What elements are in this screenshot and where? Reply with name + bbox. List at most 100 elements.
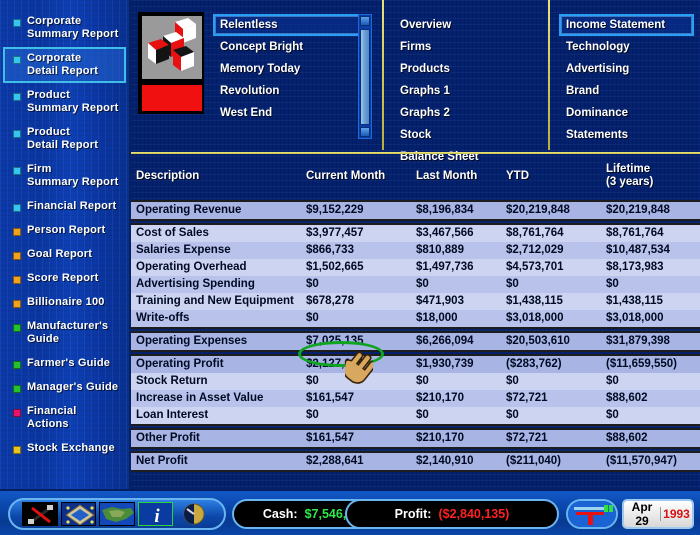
sidebar-item-product-detail-report[interactable]: Product Detail Report bbox=[3, 121, 126, 157]
table-row[interactable]: Write-offs $0 $18,000 $3,018,000 $3,018,000 bbox=[131, 310, 700, 327]
bullet-icon bbox=[13, 300, 21, 308]
sidebar-item-score-report[interactable]: Score Report bbox=[3, 267, 126, 290]
sidebar-item-farmer-s-guide[interactable]: Farmer's Guide bbox=[3, 352, 126, 375]
table-row[interactable]: Training and New Equipment $678,278 $471,9… bbox=[131, 293, 700, 310]
menu-item-advertising[interactable]: Advertising bbox=[559, 58, 694, 80]
game-speed-control[interactable] bbox=[566, 499, 618, 529]
sidebar-item-label: Financial Actions bbox=[27, 405, 77, 430]
grid-map-icon[interactable] bbox=[60, 502, 97, 526]
row-lifetime: $0 bbox=[606, 375, 619, 387]
table-row[interactable]: Net Profit $2,288,641 $2,140,910 ($211,040)… bbox=[131, 453, 700, 470]
row-current-month: $678,278 bbox=[306, 295, 354, 307]
row-description: Advertising Spending bbox=[136, 278, 255, 290]
sidebar-item-corporate-detail-report[interactable]: Corporate Detail Report bbox=[3, 47, 126, 83]
column-header-description: Description bbox=[136, 170, 200, 182]
status-bar: i Cash: $7,546,530 Profit: ($2,840,135) bbox=[0, 489, 700, 535]
sidebar-item-manufacturer-s-guide[interactable]: Manufacturer's Guide bbox=[3, 315, 126, 351]
menu-item-graphs-1[interactable]: Graphs 1 bbox=[393, 80, 528, 102]
menu-item-relentless[interactable]: Relentless bbox=[213, 14, 363, 36]
bullet-icon bbox=[13, 167, 21, 175]
row-last-month: $0 bbox=[416, 375, 429, 387]
isometric-cubes-svg bbox=[148, 18, 196, 71]
menu-item-revolution[interactable]: Revolution bbox=[213, 80, 363, 102]
menu-item-graphs-2[interactable]: Graphs 2 bbox=[393, 102, 528, 124]
sidebar-item-goal-report[interactable]: Goal Report bbox=[3, 243, 126, 266]
row-lifetime: $88,602 bbox=[606, 432, 648, 444]
sidebar-item-financial-actions[interactable]: Financial Actions bbox=[3, 400, 126, 436]
sidebar-item-person-report[interactable]: Person Report bbox=[3, 219, 126, 242]
table-group: Operating Revenue $9,152,229 $8,196,834 $20… bbox=[131, 200, 700, 221]
menu-item-stock[interactable]: Stock bbox=[393, 124, 528, 146]
menu-item-west-end[interactable]: West End bbox=[213, 102, 363, 124]
row-lifetime: $8,761,764 bbox=[606, 227, 664, 239]
table-row[interactable]: Operating Overhead $1,502,665 $1,497,736 $4… bbox=[131, 259, 700, 276]
column-header-current-month: Current Month bbox=[306, 170, 386, 182]
logo-cubes-icon bbox=[142, 16, 202, 79]
tools-icon[interactable] bbox=[22, 502, 58, 526]
menu-item-concept-bright[interactable]: Concept Bright bbox=[213, 36, 363, 58]
top-menu-area: Relentless Concept Bright Memory Today Revo… bbox=[131, 0, 700, 163]
row-current-month: $0 bbox=[306, 312, 319, 324]
menu-item-brand[interactable]: Brand bbox=[559, 80, 694, 102]
table-row[interactable]: Loan Interest $0 $0 $0 $0 bbox=[131, 407, 700, 424]
table-row[interactable]: Stock Return $0 $0 $0 $0 bbox=[131, 373, 700, 390]
row-lifetime: $1,438,115 bbox=[606, 295, 663, 307]
sidebar-item-billionaire-100[interactable]: Billionaire 100 bbox=[3, 291, 126, 314]
table-row[interactable]: Operating Expenses $7,025,135 $6,266,094 $2… bbox=[131, 333, 700, 350]
bullet-icon bbox=[13, 276, 21, 284]
sidebar-item-corporate-summary-report[interactable]: Corporate Summary Report bbox=[3, 10, 126, 46]
row-description: Training and New Equipment bbox=[136, 295, 294, 307]
row-current-month: $1,502,665 bbox=[306, 261, 364, 273]
sidebar-item-list: Corporate Summary Report Corporate Detail… bbox=[0, 0, 129, 460]
table-row[interactable]: Advertising Spending $0 $0 $0 $0 bbox=[131, 276, 700, 293]
row-current-month: $0 bbox=[306, 278, 319, 290]
row-ytd: $8,761,764 bbox=[506, 227, 564, 239]
column-header-last-month: Last Month bbox=[416, 170, 478, 182]
sidebar-item-financial-report[interactable]: Financial Report bbox=[3, 195, 126, 218]
firm-list-scrollbar[interactable] bbox=[358, 14, 372, 139]
table-row[interactable]: Operating Revenue $9,152,229 $8,196,834 $20… bbox=[131, 202, 700, 219]
bullet-icon bbox=[13, 252, 21, 260]
sidebar-item-product-summary-report[interactable]: Product Summary Report bbox=[3, 84, 126, 120]
menu-item-memory-today[interactable]: Memory Today bbox=[213, 58, 363, 80]
world-map-icon[interactable] bbox=[99, 502, 135, 526]
row-last-month: $210,170 bbox=[416, 392, 464, 404]
menu-item-dominance[interactable]: Dominance bbox=[559, 102, 694, 124]
sidebar-item-manager-s-guide[interactable]: Manager's Guide bbox=[3, 376, 126, 399]
table-row[interactable]: Cost of Sales $3,977,457 $3,467,566 $8,761,… bbox=[131, 225, 700, 242]
row-lifetime: $8,173,983 bbox=[606, 261, 664, 273]
row-description: Increase in Asset Value bbox=[136, 392, 264, 404]
menu-item-firms[interactable]: Firms bbox=[393, 36, 528, 58]
menu-item-income-statement[interactable]: Income Statement bbox=[559, 14, 694, 36]
menu-item-overview[interactable]: Overview bbox=[393, 14, 528, 36]
clock-icon[interactable] bbox=[176, 502, 212, 526]
scroll-down-arrow-icon[interactable] bbox=[360, 127, 370, 137]
menu-item-technology[interactable]: Technology bbox=[559, 36, 694, 58]
menu-item-products[interactable]: Products bbox=[393, 58, 528, 80]
row-description: Salaries Expense bbox=[136, 244, 231, 256]
menu-item-statements[interactable]: Statements bbox=[559, 124, 694, 146]
table-row[interactable]: Other Profit $161,547 $210,170 $72,721 $88,6… bbox=[131, 430, 700, 447]
table-row[interactable]: Salaries Expense $866,733 $810,889 $2,712,0… bbox=[131, 242, 700, 259]
scroll-up-arrow-icon[interactable] bbox=[360, 16, 370, 26]
row-ytd: $72,721 bbox=[506, 392, 548, 404]
sidebar-item-stock-exchange[interactable]: Stock Exchange bbox=[3, 437, 126, 460]
sidebar-item-label: Product Detail Report bbox=[27, 126, 99, 151]
row-ytd: $4,573,701 bbox=[506, 261, 564, 273]
sidebar-item-firm-summary-report[interactable]: Firm Summary Report bbox=[3, 158, 126, 194]
firm-selector-menu: Relentless Concept Bright Memory Today Revo… bbox=[213, 14, 363, 124]
row-current-month: $0 bbox=[306, 375, 319, 387]
row-lifetime: $88,602 bbox=[606, 392, 648, 404]
info-icon[interactable]: i bbox=[137, 502, 174, 526]
table-row[interactable]: Operating Profit $2,127,094 $1,930,739 ($28… bbox=[131, 356, 700, 373]
row-lifetime: ($11,570,947) bbox=[606, 455, 677, 467]
row-description: Loan Interest bbox=[136, 409, 209, 421]
row-ytd: $3,018,000 bbox=[506, 312, 564, 324]
income-statement-table: Description Current Month Last Month YTD… bbox=[131, 150, 700, 472]
sidebar-item-label: Manufacturer's Guide bbox=[27, 320, 109, 345]
subpage-menu: Income Statement Technology Advertising Bra… bbox=[559, 14, 694, 146]
scrollbar-thumb[interactable] bbox=[360, 29, 370, 125]
row-ytd: $20,219,848 bbox=[506, 204, 570, 216]
table-row[interactable]: Increase in Asset Value $161,547 $210,170 $… bbox=[131, 390, 700, 407]
row-description: Operating Profit bbox=[136, 358, 224, 370]
